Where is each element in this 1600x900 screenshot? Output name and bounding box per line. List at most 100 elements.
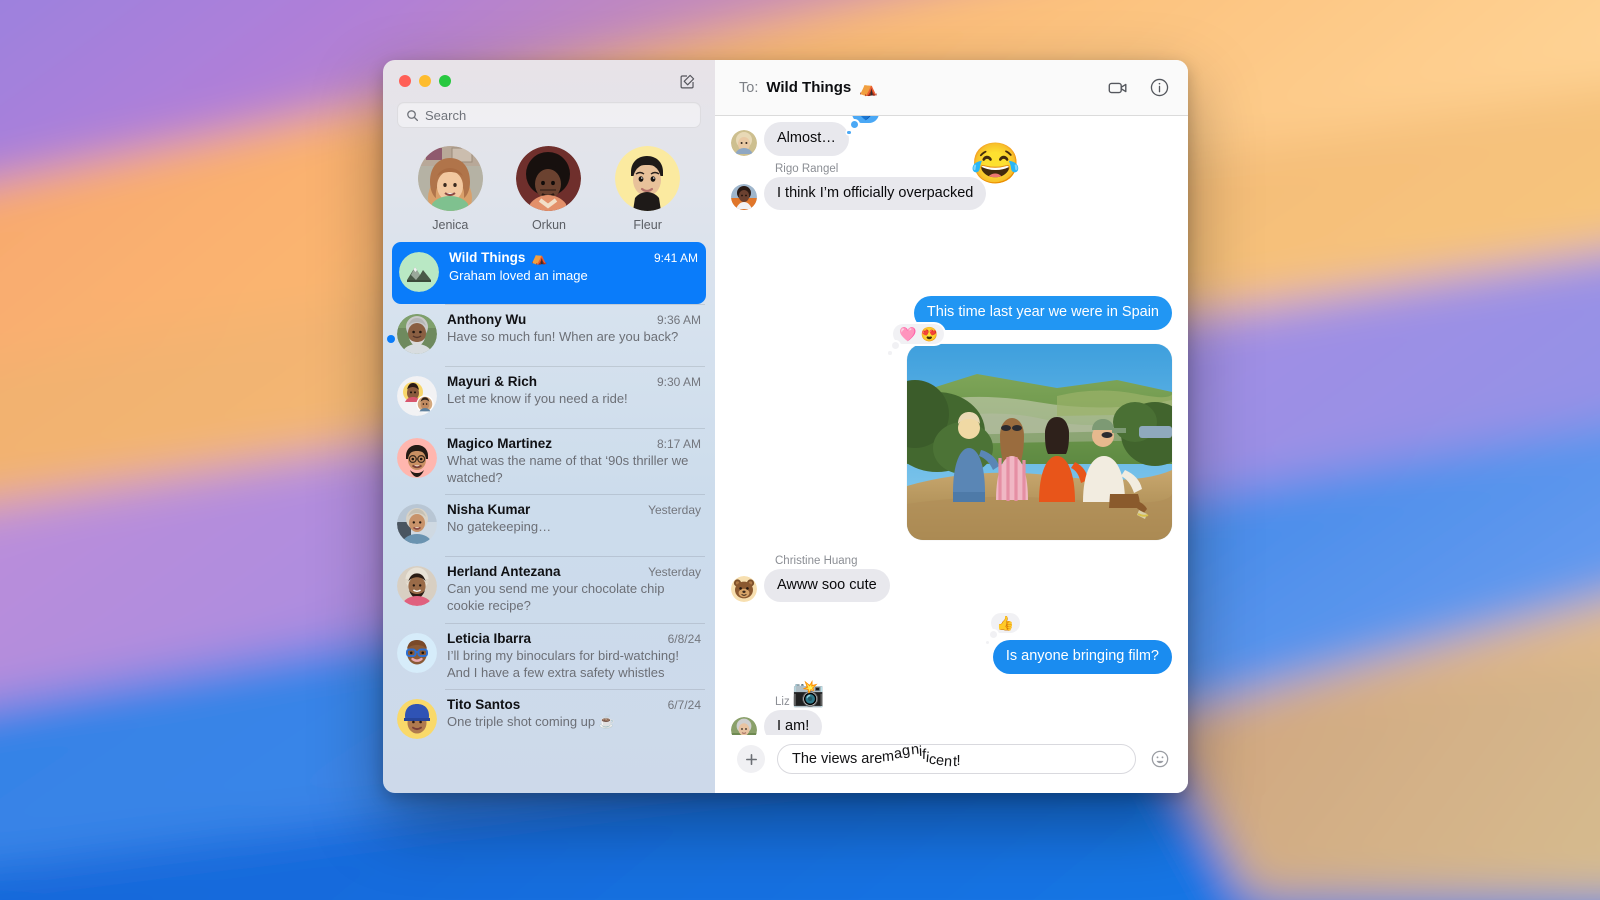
avatar: [397, 566, 437, 607]
conversation-name: Herland Antezana: [447, 564, 561, 580]
conversation-name: Anthony Wu: [447, 312, 527, 327]
conversation-pane: To: Wild Things ⛺ Almost… Rigo Rangel I …: [715, 60, 1188, 793]
conversation-time: 8:17 AM: [656, 437, 701, 451]
pinned-item-fleur[interactable]: Fleur: [606, 146, 690, 232]
row-divider: [445, 428, 705, 429]
conversation-row[interactable]: Magico Martinez 8:17 AM What was the name …: [383, 428, 715, 494]
conversation-row[interactable]: Mayuri & Rich 9:30 AM Let me know if you n…: [383, 366, 715, 428]
header-actions: [1107, 77, 1170, 99]
row-divider: [445, 494, 705, 495]
tapback-group[interactable]: 🩷 😍: [888, 323, 944, 355]
conversation-name: Wild Things: [449, 250, 526, 265]
tapback-heart[interactable]: 💙: [846, 116, 880, 134]
conversation-body: Mayuri & Rich 9:30 AM Let me know if you n…: [447, 374, 701, 420]
message-bubble[interactable]: This time last year we were in Spain: [913, 296, 1172, 330]
conversation-time: Yesterday: [648, 503, 701, 518]
message-thread[interactable]: Almost… 💙 Rigo Rangel: [715, 116, 1188, 735]
search-placeholder: Search: [425, 107, 467, 123]
compose-icon[interactable]: [675, 69, 699, 93]
conversation-body: Tito Santos 6/7/24 One triple shot coming …: [447, 697, 701, 743]
avatar: [397, 314, 437, 354]
avatar: [731, 129, 757, 156]
video-camera-icon[interactable]: [1107, 77, 1129, 99]
conversation-row[interactable]: Leticia Ibarra 6/8/24 I’ll bring my binocu…: [383, 622, 715, 689]
message-row: Awww soo cute: [731, 568, 1172, 603]
tent-icon: ⛺: [859, 79, 878, 97]
conversation-name: Magico Martinez: [447, 436, 553, 451]
row-divider: [445, 366, 705, 367]
info-circle-icon[interactable]: [1149, 77, 1170, 98]
row-divider: [445, 688, 705, 690]
conversation-body: Leticia Ibarra 6/8/24 I’ll bring my binocu…: [447, 631, 701, 681]
message-bubble[interactable]: Is anyone bringing film?: [992, 640, 1172, 674]
pinned-item-label: Jenica: [432, 218, 469, 232]
zoom-button[interactable]: [439, 75, 451, 87]
camera-sticker[interactable]: 📸: [792, 680, 824, 706]
conversation-body: Nisha Kumar Yesterday No gatekeeping…: [447, 502, 701, 548]
conversation-top: Wild Things ⛺ 9:41 AM: [449, 250, 698, 266]
sidebar: Search Jenica Orkun Fleur Wild Things ⛺ …: [383, 60, 715, 793]
tapback-thumbs-up[interactable]: 👍: [985, 613, 1021, 645]
message-bubble[interactable]: I am!: [764, 709, 823, 735]
smiley-face-icon[interactable]: [1148, 747, 1172, 771]
conversation-row[interactable]: Nisha Kumar Yesterday No gatekeeping…: [383, 494, 715, 556]
laughing-memoji-sticker[interactable]: 😂: [971, 144, 1021, 184]
avatar: [397, 698, 437, 739]
conversation-preview: Have so much fun! When are you back?: [447, 329, 679, 344]
tent-icon: ⛺: [531, 250, 548, 265]
message-bubble[interactable]: I think I’m officially overpacked: [764, 176, 987, 211]
avatar: [615, 146, 681, 211]
message-row: This time last year we were in Spain: [731, 296, 1172, 330]
conversation-row[interactable]: Wild Things ⛺ 9:41 AM Graham loved an image: [392, 242, 706, 304]
photo-attachment[interactable]: [907, 343, 1172, 540]
message-bubble[interactable]: Almost…: [764, 122, 849, 156]
heart-icon: 🩷: [899, 325, 917, 342]
conversation-list[interactable]: Wild Things ⛺ 9:41 AM Graham loved an image…: [383, 242, 715, 793]
pinned-item-jenica[interactable]: Jenica: [408, 146, 492, 232]
conversation-top: Herland Antezana Yesterday: [447, 564, 701, 579]
message-input[interactable]: The views are magnificent!: [777, 744, 1136, 774]
minimize-button[interactable]: [419, 75, 431, 87]
avatar: [399, 252, 439, 292]
message-bubble[interactable]: Awww soo cute: [764, 568, 890, 603]
conversation-row[interactable]: Anthony Wu 9:36 AM Have so much fun! When …: [383, 304, 715, 366]
conversation-preview: One triple shot coming up ☕: [447, 713, 615, 729]
conversation-name: Nisha Kumar: [447, 502, 531, 518]
conversation-top: Nisha Kumar Yesterday: [447, 502, 701, 517]
conversation-preview: No gatekeeping…: [447, 519, 552, 535]
titlebar: [383, 60, 715, 102]
message-input-wavy-text: magnificent!: [881, 744, 961, 771]
message-input-plain: The views are: [792, 751, 883, 767]
row-divider: [445, 556, 705, 557]
search-icon: [407, 109, 419, 121]
close-button[interactable]: [399, 75, 411, 87]
avatar: [731, 717, 757, 735]
conversation-row[interactable]: Herland Antezana Yesterday Can you send me…: [383, 556, 715, 622]
conversation-time: 6/7/24: [667, 697, 701, 712]
conversation-top: Anthony Wu 9:36 AM: [447, 312, 701, 327]
conversation-preview: I’ll bring my binoculars for bird-watchi…: [447, 647, 679, 680]
conversation-preview: What was the name of that ‘90s thriller …: [447, 453, 689, 486]
conversation-top: Magico Martinez 8:17 AM: [447, 436, 701, 451]
avatar: [397, 438, 437, 478]
avatar: [397, 376, 437, 416]
conversation-body: Wild Things ⛺ 9:41 AM Graham loved an image: [449, 250, 698, 296]
conversation-row[interactable]: Tito Santos 6/7/24 One triple shot coming …: [383, 688, 715, 751]
conversation-body: Anthony Wu 9:36 AM Have so much fun! When …: [447, 312, 701, 358]
row-divider: [445, 622, 705, 624]
avatar: [516, 146, 582, 211]
message-row-photo: 🩷 😍: [731, 323, 1172, 540]
pinned-item-label: Orkun: [531, 218, 566, 232]
conversation-title[interactable]: Wild Things: [766, 79, 851, 96]
conversation-name: Leticia Ibarra: [447, 630, 532, 646]
conversation-body: Herland Antezana Yesterday Can you send me…: [447, 564, 701, 614]
avatar: [731, 576, 757, 603]
avatar: [397, 504, 437, 545]
message-row: I think I’m officially overpacked 😂: [731, 144, 1172, 211]
plus-icon[interactable]: [737, 745, 765, 773]
search-input[interactable]: Search: [397, 102, 701, 128]
message-row: 👍 Is anyone bringing film?: [731, 613, 1172, 674]
pinned-item-orkun[interactable]: Orkun: [507, 146, 591, 232]
conversation-time: 9:41 AM: [653, 251, 698, 265]
conversation-preview: Graham loved an image: [449, 268, 588, 283]
